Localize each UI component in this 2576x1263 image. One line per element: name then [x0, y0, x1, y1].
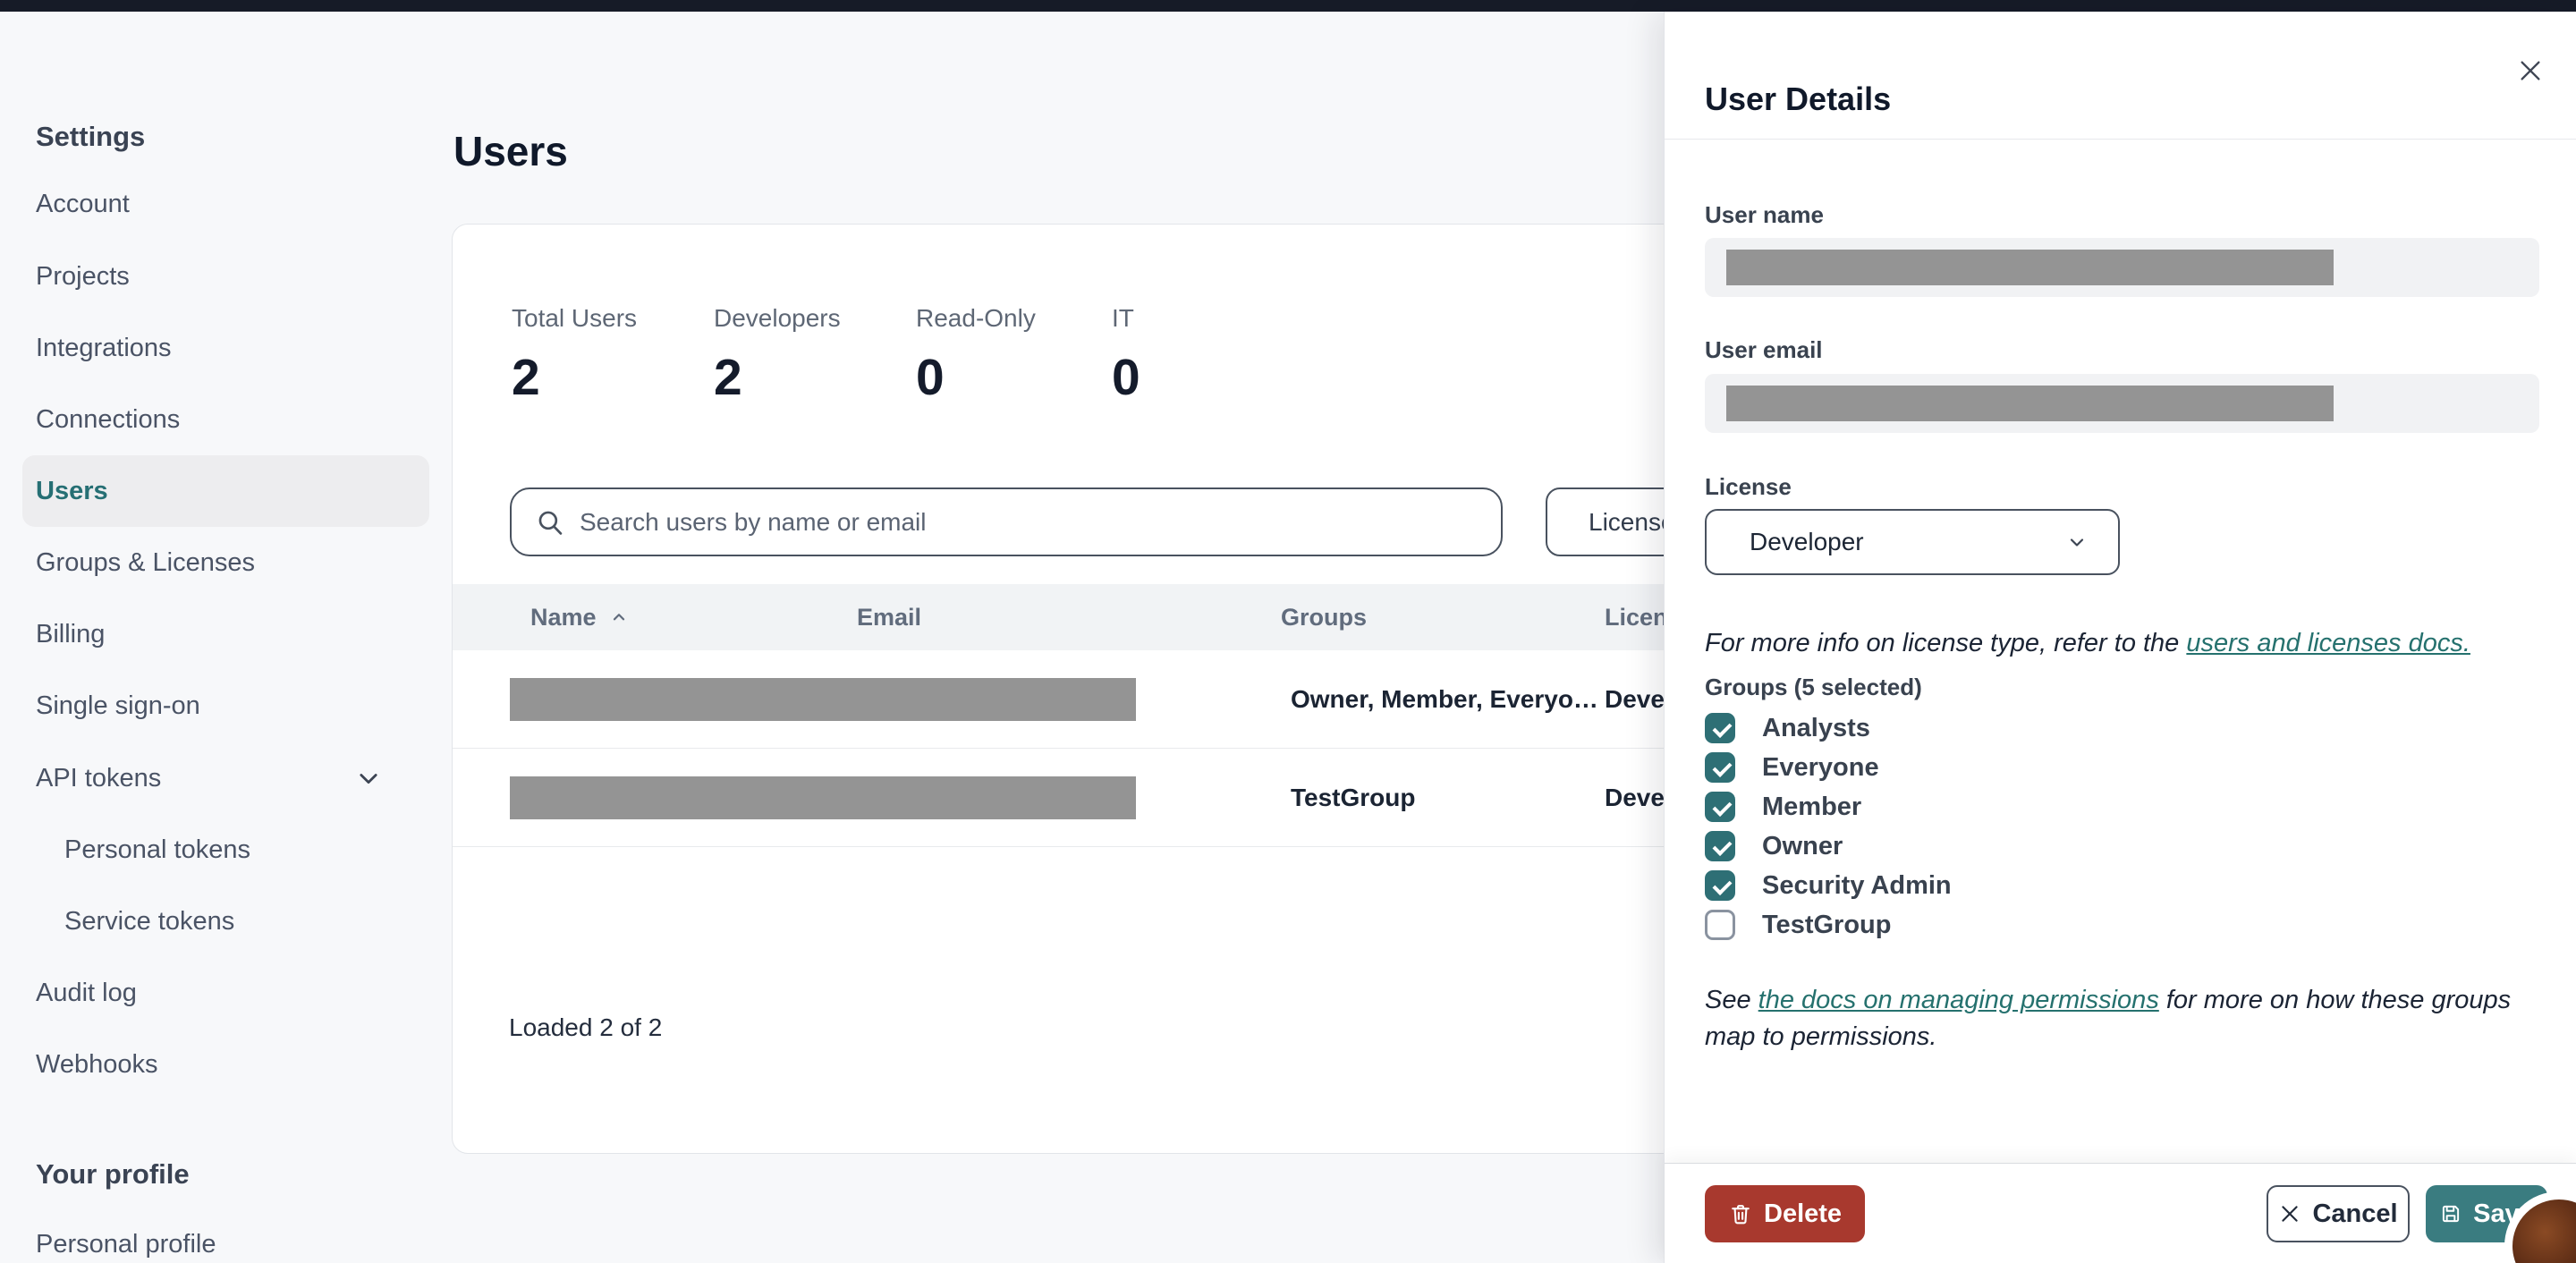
stat-total-users: Total Users 2 — [512, 304, 638, 406]
chevron-down-icon — [2070, 538, 2084, 547]
user-name-field[interactable] — [1705, 238, 2539, 297]
cancel-button[interactable]: Cancel — [2267, 1185, 2410, 1242]
license-selected-value: Developer — [1750, 528, 1864, 555]
checkbox-icon[interactable] — [1705, 870, 1735, 901]
checkbox-icon[interactable] — [1705, 713, 1735, 743]
license-label: License — [1705, 473, 1792, 500]
sidebar-item-api-tokens[interactable]: API tokens — [0, 742, 452, 814]
x-icon — [2282, 1206, 2299, 1222]
group-checkbox-owner[interactable]: Owner — [1705, 826, 2241, 866]
sidebar-item-connections[interactable]: Connections — [0, 384, 452, 455]
load-status: Loaded 2 of 2 — [509, 1013, 663, 1041]
redacted-user-email — [1726, 386, 2334, 421]
sidebar-item-audit-log[interactable]: Audit log — [0, 957, 452, 1029]
sort-ascending-icon — [613, 614, 624, 621]
column-header-email[interactable]: Email — [857, 584, 921, 650]
sidebar-item-billing[interactable]: Billing — [0, 598, 452, 670]
sidebar-item-webhooks[interactable]: Webhooks — [0, 1029, 452, 1100]
license-select[interactable]: Developer — [1705, 509, 2120, 575]
top-navy-bar — [0, 0, 2576, 12]
managing-permissions-docs-link[interactable]: the docs on managing permissions — [1758, 986, 2159, 1014]
checkbox-icon[interactable] — [1705, 752, 1735, 783]
checkbox-icon[interactable] — [1705, 910, 1735, 940]
stat-read-only: Read-Only 0 — [916, 304, 1036, 406]
column-header-groups[interactable]: Groups — [1281, 584, 1367, 650]
sidebar-item-personal-tokens[interactable]: Personal tokens — [0, 814, 452, 886]
checkbox-icon[interactable] — [1705, 831, 1735, 861]
user-email-label: User email — [1705, 336, 1823, 363]
sidebar-item-service-tokens[interactable]: Service tokens — [0, 886, 452, 957]
divider — [1665, 139, 2576, 140]
groups-cell: Owner, Member, Everyo… — [1291, 685, 1598, 713]
redacted-name-email — [510, 678, 1136, 721]
save-icon — [2443, 1205, 2460, 1223]
license-info-note: For more info on license type, refer to … — [1705, 629, 2470, 657]
sidebar-item-integrations[interactable]: Integrations — [0, 312, 452, 384]
stat-it: IT 0 — [1112, 304, 1140, 406]
groups-label: Groups (5 selected) — [1705, 674, 1922, 700]
search-input[interactable] — [578, 506, 1467, 538]
close-icon[interactable] — [2512, 53, 2548, 89]
settings-sidebar: Settings Account Projects Integrations C… — [0, 12, 452, 1263]
sidebar-your-profile-header: Your profile — [36, 1158, 190, 1190]
users-licenses-docs-link[interactable]: users and licenses docs. — [2186, 629, 2470, 657]
search-icon — [538, 511, 563, 535]
stat-developers: Developers 2 — [714, 304, 841, 406]
page-title: Users — [453, 127, 568, 174]
permissions-note: See the docs on managing permissions for… — [1705, 986, 2512, 1051]
group-checkbox-analysts[interactable]: Analysts — [1705, 708, 2241, 748]
groups-cell: TestGroup — [1291, 784, 1416, 811]
drawer-title: User Details — [1705, 80, 1892, 117]
user-name-label: User name — [1705, 201, 1824, 228]
redacted-name-email — [510, 776, 1136, 819]
user-search-box — [510, 487, 1503, 556]
delete-button[interactable]: Delete — [1705, 1185, 1866, 1242]
group-checkbox-security-admin[interactable]: Security Admin — [1705, 866, 2241, 905]
group-checkbox-everyone[interactable]: Everyone — [1705, 748, 2241, 787]
sidebar-item-account[interactable]: Account — [0, 168, 452, 240]
drawer-footer: Delete Cancel Save — [1665, 1163, 2576, 1263]
sidebar-item-personal-profile[interactable]: Personal profile — [0, 1208, 452, 1263]
trash-icon — [1732, 1205, 1750, 1225]
sidebar-item-groups-licenses[interactable]: Groups & Licenses — [0, 527, 452, 598]
redacted-user-name — [1726, 250, 2334, 285]
chevron-down-icon — [356, 766, 381, 798]
checkbox-icon[interactable] — [1705, 792, 1735, 822]
user-email-field[interactable] — [1705, 374, 2539, 433]
group-checkbox-testgroup[interactable]: TestGroup — [1705, 905, 2241, 945]
sidebar-item-projects[interactable]: Projects — [0, 241, 452, 312]
group-checkbox-member[interactable]: Member — [1705, 787, 2241, 826]
app-root: Settings Account Projects Integrations C… — [0, 0, 2576, 1263]
column-header-name[interactable]: Name — [530, 584, 629, 650]
sidebar-settings-header: Settings — [36, 121, 146, 152]
user-details-drawer: User Details User name User email Licens… — [1664, 12, 2576, 1263]
sidebar-item-users[interactable]: Users — [22, 455, 429, 527]
sidebar-item-single-sign-on[interactable]: Single sign-on — [0, 670, 452, 742]
